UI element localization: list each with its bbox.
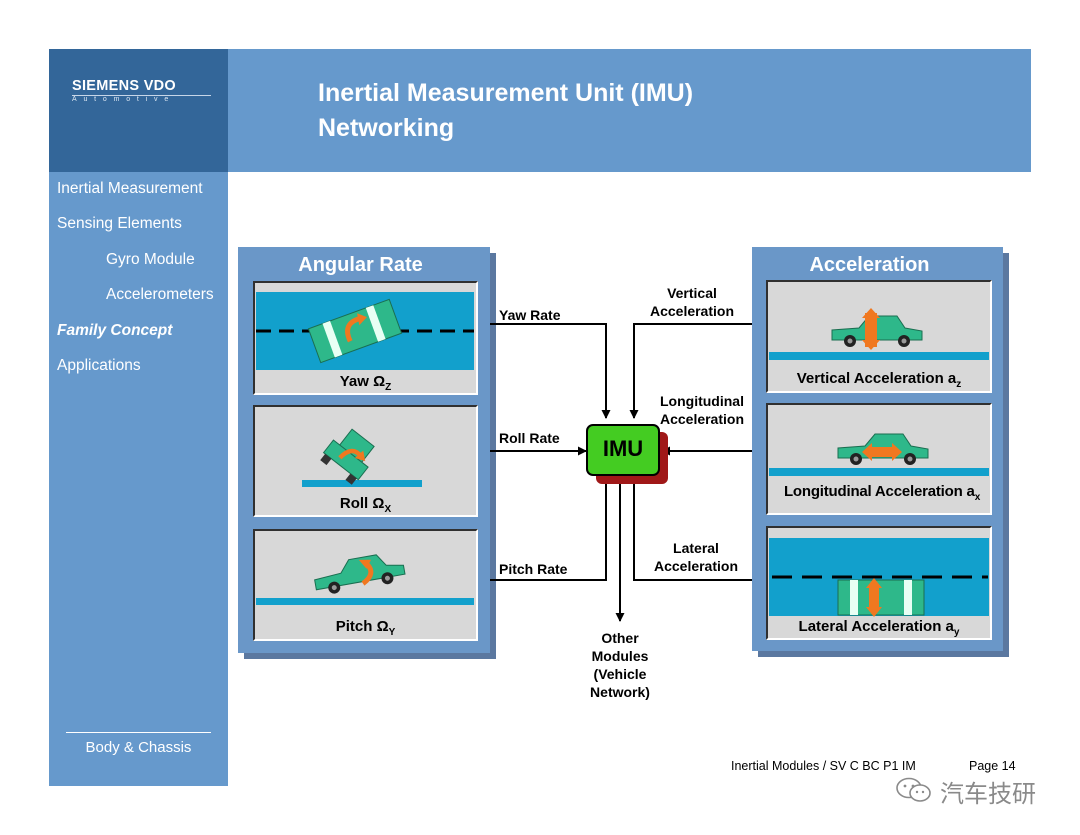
pitch-rate-label: Pitch Rate: [499, 561, 568, 577]
yaw-connector: [490, 323, 611, 419]
watermark-text: 汽车技研: [940, 781, 1036, 808]
lateral-acceleration-line-2: Acceleration: [653, 558, 739, 574]
imu-label: IMU: [602, 436, 644, 461]
lateral-acceleration-label: Lateral Acceleration: [644, 539, 748, 575]
vertical-scene: [769, 308, 989, 360]
other-modules-line-3: (Vehicle: [593, 666, 647, 682]
yaw-scene: [256, 292, 474, 370]
vertical-acceleration-label: Vertical Acceleration: [640, 284, 744, 320]
vertical-acceleration-line-1: Vertical: [667, 285, 717, 301]
yaw-rate-label: Yaw Rate: [499, 307, 561, 323]
pitch-scene: [256, 549, 474, 605]
vertical-acceleration-line-2: Acceleration: [649, 303, 735, 319]
longitudinal-acceleration-line-1: Longitudinal: [660, 393, 744, 409]
footer-source: Inertial Modules / SV C BC P1 IM: [731, 759, 916, 773]
longitudinal-acceleration-line-2: Acceleration: [659, 411, 745, 427]
footer-page-number: Page 14: [969, 759, 1016, 773]
other-modules-label: Other Modules (Vehicle Network): [575, 629, 665, 701]
other-modules-line-2: Modules: [591, 648, 649, 664]
longitudinal-scene: [769, 433, 989, 476]
diagram-graphics: [256, 292, 989, 622]
other-modules-line-1: Other: [601, 630, 639, 646]
roll-scene: [302, 428, 422, 487]
other-modules-line-4: Network): [590, 684, 650, 700]
wechat-icon: [896, 777, 931, 802]
roll-rate-label: Roll Rate: [499, 430, 560, 446]
lateral-acceleration-line-1: Lateral: [673, 540, 719, 556]
longitudinal-acceleration-label: Longitudinal Acceleration: [650, 392, 754, 428]
lateral-scene: [769, 538, 989, 617]
